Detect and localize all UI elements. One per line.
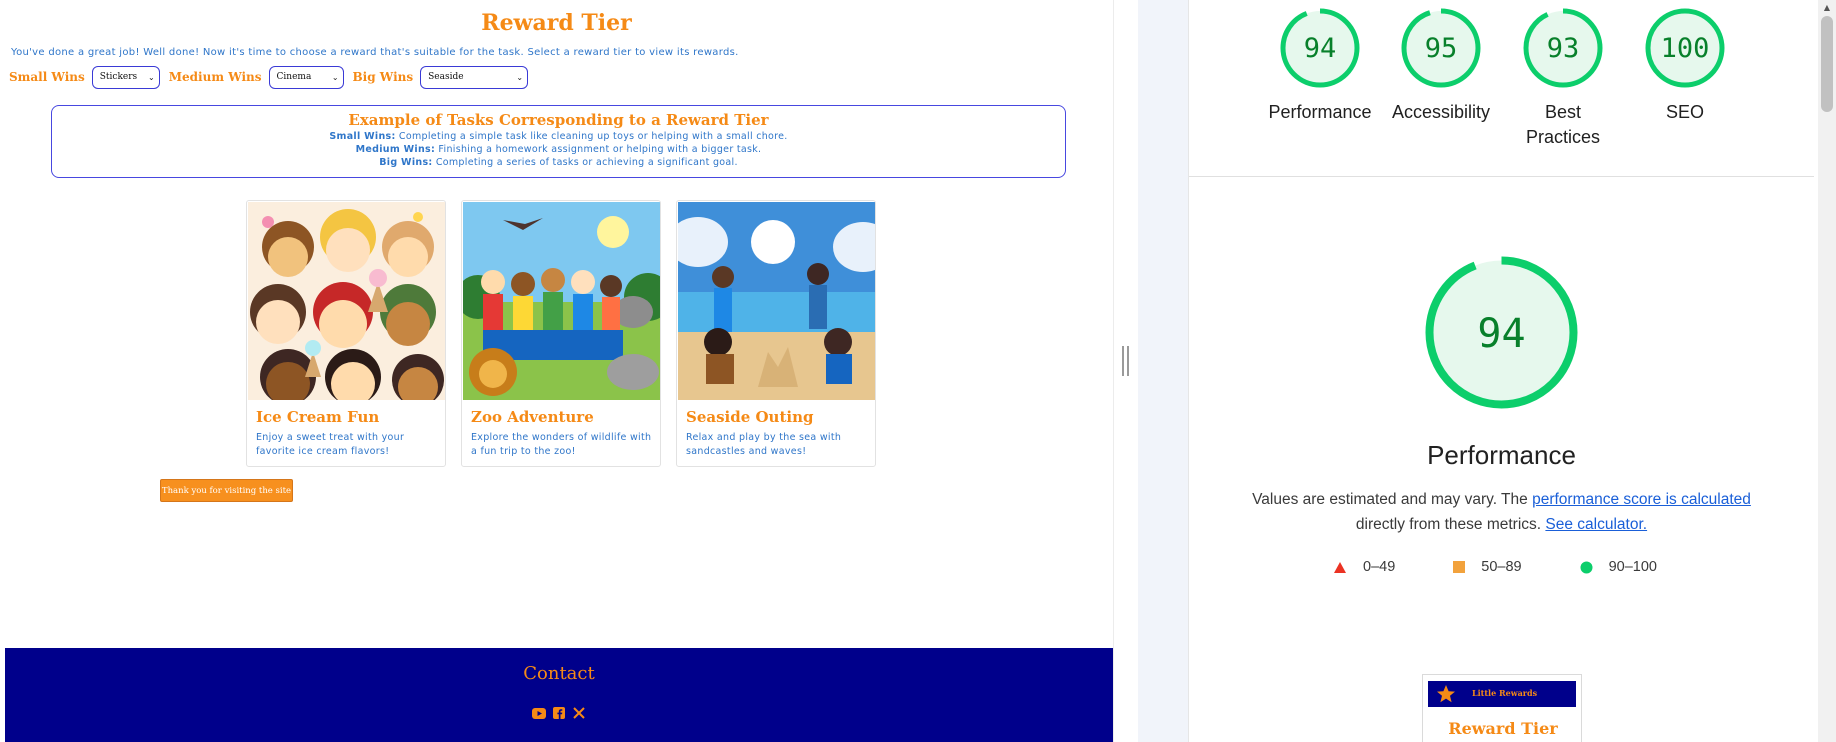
page-title: Reward Tier [481,10,632,36]
medium-wins-value: Cinema [276,72,312,82]
gauge-score: 94 [1304,33,1337,64]
big-wins-value: Seaside [428,72,464,82]
small-wins-value: Stickers [99,72,138,82]
legend-average: 50–89 [1453,559,1522,575]
chevron-down-icon: ⌄ [148,72,155,82]
gauge-accessibility[interactable]: 95 [1400,7,1482,89]
scroll-up-arrow[interactable]: ▲ [1818,0,1836,14]
big-wins-label: Big Wins [352,70,414,84]
reward-card-ice-cream[interactable]: Ice Cream Fun Enjoy a sweet treat with y… [246,200,446,467]
contact-title: Contact [523,663,595,684]
gauge-score: 93 [1547,33,1580,64]
medium-wins-label: Medium Wins [168,70,262,84]
main-score: 94 [1477,311,1525,357]
main-performance-gauge: 94 [1424,255,1579,410]
score-description: Values are estimated and may vary. The p… [1252,491,1751,533]
see-calculator-link[interactable]: See calculator. [1545,516,1647,533]
youtube-icon[interactable] [532,706,546,720]
score-calculated-link[interactable]: performance score is calculated [1532,491,1751,508]
thumbnail-title: Reward Tier [1448,719,1558,738]
star-icon [1437,685,1455,703]
panel-gutter [1138,0,1188,742]
chevron-down-icon: ⌄ [516,72,524,82]
gauge-seo[interactable]: 100 [1644,7,1726,89]
gauge-performance[interactable]: 94 [1279,7,1361,89]
gauge-best-practices[interactable]: 93 [1522,7,1604,89]
thumbnail-brand: Little Rewards [1472,688,1538,698]
examples-box: Example of Tasks Corresponding to a Rewa… [51,105,1066,178]
social-links [5,706,1113,720]
gauge-label: Accessibility [1391,102,1491,122]
legend-fail: 0–49 [1333,559,1395,575]
x-icon[interactable] [572,706,586,720]
gauge-score: 100 [1661,33,1710,64]
card-description: Explore the wonders of wildlife with a f… [471,432,652,457]
main-title: Performance [1427,440,1576,470]
triangle-icon [1334,561,1346,573]
facebook-icon[interactable] [552,706,566,720]
thumbnail-header: Little Rewards [1428,681,1576,707]
gauge-label: Performance [1268,102,1372,122]
example-line-medium: Medium Wins: Finishing a homework assign… [355,144,762,155]
reward-card-seaside[interactable]: Seaside Outing Relax and play by the sea… [676,200,876,467]
small-wins-select[interactable]: Stickers ⌄ [91,65,160,89]
resize-handle[interactable] [1122,346,1129,376]
seaside-image [678,202,875,400]
tier-selectors: Small Wins Stickers ⌄ Medium Wins Cinema… [9,65,537,89]
thank-you-button[interactable]: Thank you for visiting the site [160,479,293,502]
gauge-score: 95 [1425,33,1458,64]
footer: Contact [5,648,1113,742]
gauge-label: Best Practices [1526,102,1601,147]
reward-card-zoo[interactable]: Zoo Adventure Explore the wonders of wil… [461,200,661,467]
separator [1189,176,1814,177]
legend-pass: 90–100 [1580,559,1657,575]
gauge-label: SEO [1665,102,1704,122]
card-title: Ice Cream Fun [256,408,380,426]
zoo-image [463,202,660,400]
circle-icon [1580,561,1593,573]
site-preview: Reward Tier You've done a great job! Wel… [0,0,1113,742]
example-line-big: Big Wins: Completing a series of tasks o… [379,157,738,168]
card-title: Seaside Outing [686,408,814,426]
examples-title: Example of Tasks Corresponding to a Rewa… [348,111,769,129]
intro-text: You've done a great job! Well done! Now … [11,47,739,58]
medium-wins-select[interactable]: Cinema ⌄ [268,65,344,89]
scrollbar-thumb[interactable] [1821,16,1833,112]
square-icon [1453,561,1466,573]
card-description: Enjoy a sweet treat with your favorite i… [256,432,405,457]
example-line-small: Small Wins: Completing a simple task lik… [329,131,788,142]
score-legend: 0–49 50–89 90–100 [1333,559,1715,575]
lighthouse-report: 94 Performance 95 Accessibility 93 Best … [1188,0,1818,742]
card-title: Zoo Adventure [471,408,594,426]
page-screenshot-thumbnail[interactable]: Little Rewards Reward Tier [1422,674,1582,742]
small-wins-label: Small Wins [9,70,85,84]
chevron-down-icon: ⌄ [331,72,339,82]
ice-cream-image [248,202,445,400]
card-description: Relax and play by the sea with sandcastl… [686,432,842,457]
big-wins-select[interactable]: Seaside ⌄ [420,65,529,89]
